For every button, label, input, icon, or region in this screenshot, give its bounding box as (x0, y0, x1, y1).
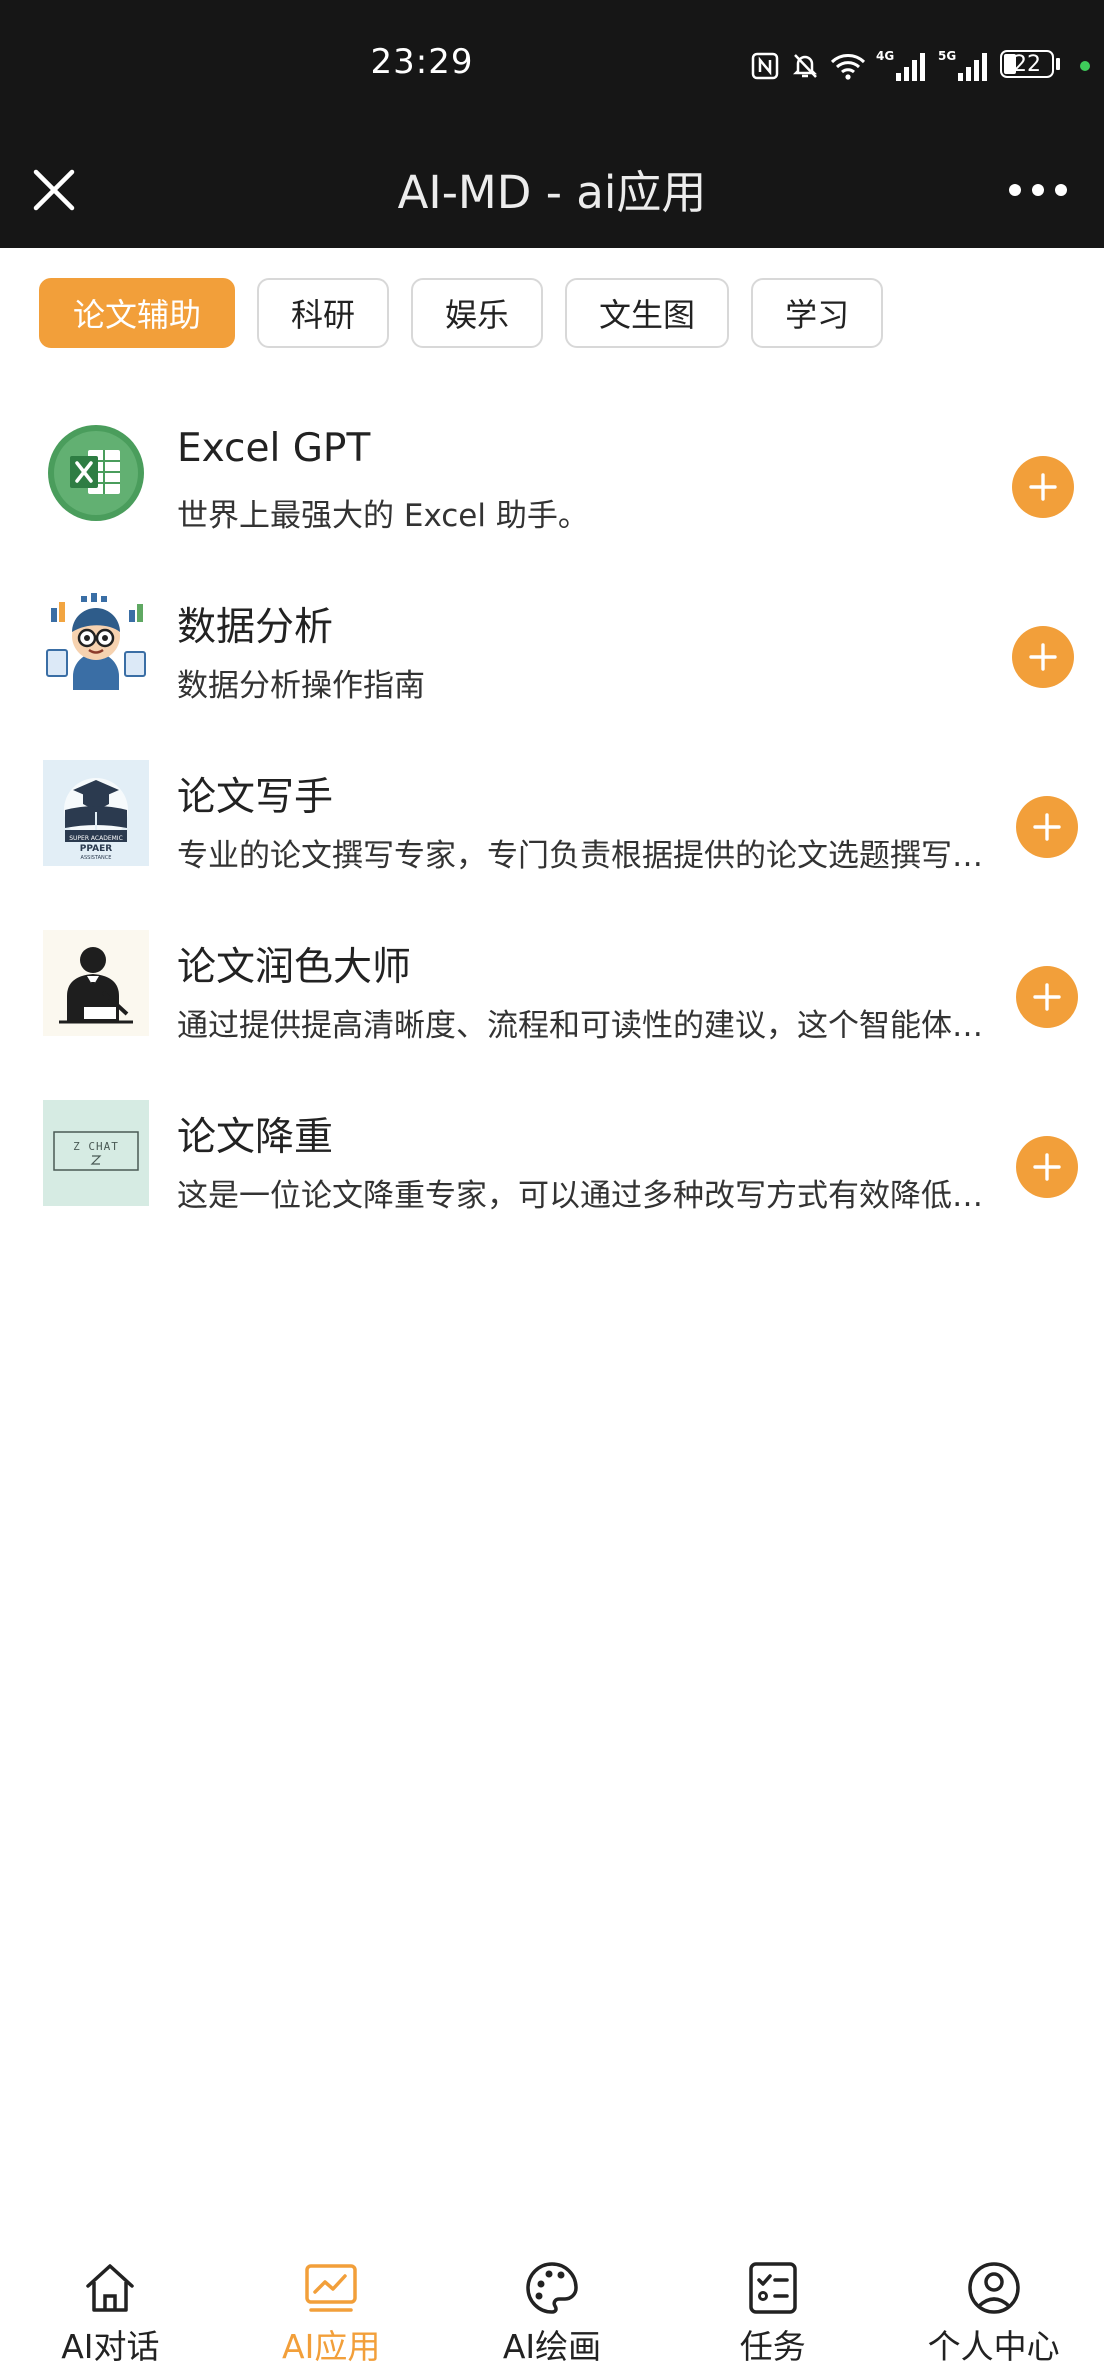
list-item[interactable]: Z CHAT 论文降重 这是一位论文降重专家，可以通过多种改写方式有效降低论文重… (0, 1080, 1104, 1250)
plus-icon (1033, 813, 1061, 841)
app-name: 论文写手 (177, 775, 334, 820)
data-analyst-avatar-icon (43, 590, 149, 696)
tab-paper-assist[interactable]: 论文辅助 (39, 278, 236, 348)
app-name: 论文降重 (177, 1115, 334, 1160)
writer-silhouette-icon (43, 930, 149, 1036)
dot-indicator-icon (1080, 61, 1090, 71)
app-description: 数据分析操作指南 (177, 668, 425, 704)
add-button[interactable] (1016, 796, 1078, 858)
app-description: 世界上最强大的 Excel 助手。 (177, 498, 589, 534)
plus-icon (1033, 983, 1061, 1011)
chart-icon (305, 2264, 357, 2312)
nav-item-profile[interactable]: 个人中心 (883, 2232, 1104, 2376)
app-list: Excel GPT 世界上最强大的 Excel 助手。 数据分析 数据分析操作指… (0, 400, 1104, 1250)
list-item[interactable]: 数据分析 数据分析操作指南 (0, 570, 1104, 740)
svg-text:SUPER ACADEMIC: SUPER ACADEMIC (69, 835, 123, 842)
tab-entertainment[interactable]: 娱乐 (411, 278, 544, 348)
palette-icon (526, 2262, 578, 2314)
nfc-icon (751, 52, 779, 80)
nav-label: AI绘画 (502, 2327, 602, 2366)
plus-icon (1029, 643, 1057, 671)
svg-text:4G: 4G (876, 49, 894, 63)
list-item[interactable]: Excel GPT 世界上最强大的 Excel 助手。 (0, 400, 1104, 570)
home-icon (86, 2264, 135, 2312)
status-icons: 4G 5G 22 (750, 46, 1090, 86)
excel-icon (43, 420, 149, 526)
paper-writer-icon: SUPER ACADEMIC PPAER ASSISTANCE (43, 760, 149, 866)
app-description: 这是一位论文降重专家，可以通过多种改写方式有效降低论文重复率 (177, 1178, 995, 1214)
plus-icon (1033, 1153, 1061, 1181)
battery-icon: 22 (1000, 50, 1062, 82)
category-tabs: 论文辅助 科研 娱乐 文生图 学习 (39, 278, 884, 348)
nav-label: 任务 (739, 2327, 806, 2366)
bottom-nav: AI对话 AI应用 AI绘画 任务 个人中心 (0, 2232, 1104, 2376)
plus-icon (1029, 473, 1057, 501)
task-list-icon (749, 2262, 797, 2314)
5g-signal-icon: 5G (938, 49, 987, 81)
svg-text:ASSISTANCE: ASSISTANCE (81, 855, 112, 861)
add-button[interactable] (1016, 966, 1078, 1028)
add-button[interactable] (1012, 456, 1074, 518)
battery-level: 22 (1013, 52, 1041, 77)
more-icon[interactable] (1002, 170, 1074, 210)
app-name: 论文润色大师 (177, 945, 412, 990)
list-item[interactable]: SUPER ACADEMIC PPAER ASSISTANCE 论文写手 专业的… (0, 740, 1104, 910)
status-bar: 23:29 4G 5G 22 (0, 0, 1104, 130)
nav-item-tasks[interactable]: 任务 (662, 2232, 883, 2376)
svg-text:Z CHAT: Z CHAT (73, 1140, 119, 1153)
add-button[interactable] (1012, 626, 1074, 688)
tab-text-to-image[interactable]: 文生图 (565, 278, 730, 348)
user-icon (967, 2262, 1020, 2314)
app-description: 专业的论文撰写专家，专门负责根据提供的论文选题撰写高质量的论文 (177, 838, 995, 874)
nav-item-ai-chat[interactable]: AI对话 (0, 2232, 221, 2376)
mute-icon (792, 54, 818, 78)
nav-label: 个人中心 (927, 2327, 1060, 2366)
nav-item-ai-painting[interactable]: AI绘画 (442, 2232, 663, 2376)
status-time: 23:29 (370, 42, 474, 82)
app-name: Excel GPT (177, 426, 371, 471)
z-chat-icon: Z CHAT (43, 1100, 149, 1206)
svg-text:5G: 5G (938, 49, 956, 63)
nav-item-ai-apps[interactable]: AI应用 (221, 2232, 442, 2376)
wifi-icon (830, 54, 866, 80)
app-description: 通过提供提高清晰度、流程和可读性的建议，这个智能体可以帮助你润色论文 (177, 1008, 995, 1044)
tab-research[interactable]: 科研 (257, 278, 390, 348)
page-title: AI-MD - ai应用 (397, 166, 707, 219)
app-header: AI-MD - ai应用 (0, 130, 1104, 248)
list-item[interactable]: 论文润色大师 通过提供提高清晰度、流程和可读性的建议，这个智能体可以帮助你润色论… (0, 910, 1104, 1080)
add-button[interactable] (1016, 1136, 1078, 1198)
nav-label: AI对话 (61, 2327, 160, 2366)
4g-signal-icon: 4G (876, 49, 925, 81)
nav-label: AI应用 (282, 2327, 381, 2366)
tab-study[interactable]: 学习 (751, 278, 884, 348)
svg-text:PPAER: PPAER (80, 844, 112, 854)
app-name: 数据分析 (177, 605, 334, 650)
